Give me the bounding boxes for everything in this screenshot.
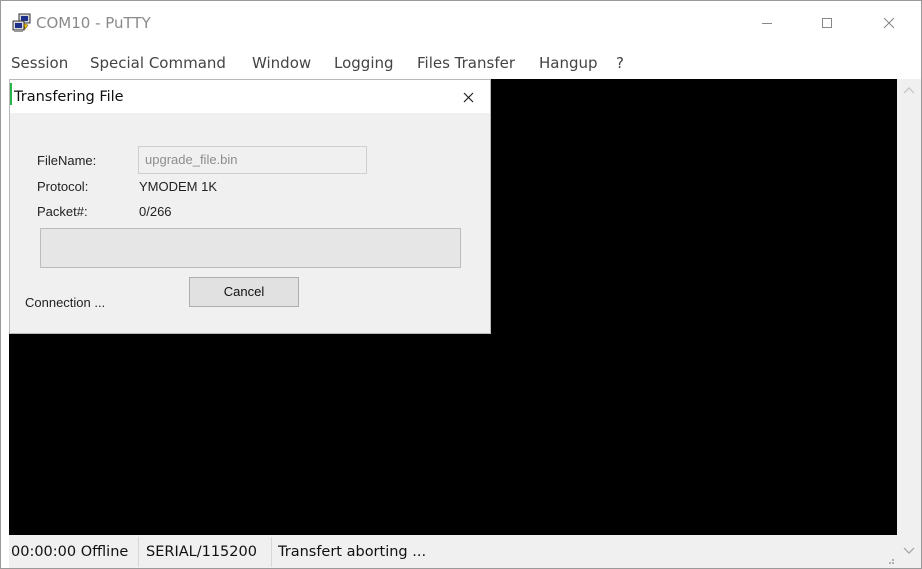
maximize-icon <box>822 18 832 28</box>
filename-label: FileName: <box>37 153 97 168</box>
title-bar: COM10 - PuTTY <box>1 1 921 45</box>
transfer-dialog: Transfering File FileName: upgrade_file.… <box>9 79 491 334</box>
menu-hangup[interactable]: Hangup <box>539 53 598 73</box>
dialog-close-button[interactable] <box>454 84 482 110</box>
filename-field: upgrade_file.bin <box>138 146 367 174</box>
protocol-value: YMODEM 1K <box>139 179 218 194</box>
maximize-button[interactable] <box>805 9 849 37</box>
minimize-button[interactable] <box>745 9 789 37</box>
scroll-up-icon[interactable] <box>903 85 915 95</box>
transfer-progress-bar <box>40 228 461 268</box>
window-title: COM10 - PuTTY <box>36 14 151 32</box>
putty-window: COM10 - PuTTY Session Special Command Wi… <box>0 0 922 569</box>
menu-session[interactable]: Session <box>11 53 68 73</box>
minimize-icon <box>762 23 772 24</box>
resize-grip-icon[interactable] <box>886 556 895 565</box>
packet-label: Packet#: <box>37 204 88 219</box>
close-icon <box>883 17 895 29</box>
packet-value: 0/266 <box>139 204 172 219</box>
status-bar: 00:00:00 Offline SERIAL/115200 Transfert… <box>9 535 897 568</box>
dialog-title: Transfering File <box>14 89 124 105</box>
status-port: SERIAL/115200 <box>146 544 257 560</box>
vertical-scrollbar[interactable] <box>897 79 921 568</box>
menu-help[interactable]: ? <box>616 53 624 73</box>
focus-marker <box>10 83 12 105</box>
cancel-button[interactable]: Cancel <box>189 277 299 307</box>
menu-special-command[interactable]: Special Command <box>90 53 226 73</box>
menu-files-transfer[interactable]: Files Transfer <box>417 53 515 73</box>
menu-logging[interactable]: Logging <box>334 53 394 73</box>
dialog-title-bar: Transfering File <box>10 80 490 113</box>
scroll-down-icon[interactable] <box>903 546 915 556</box>
status-message: Transfert aborting ... <box>278 544 427 560</box>
connection-status: Connection ... <box>25 295 106 310</box>
menu-window[interactable]: Window <box>252 53 311 73</box>
putty-icon[interactable] <box>12 13 32 33</box>
menu-bar: Session Special Command Window Logging F… <box>1 49 921 77</box>
protocol-label: Protocol: <box>37 179 89 194</box>
close-button[interactable] <box>867 9 911 37</box>
close-icon <box>463 92 473 102</box>
status-divider <box>138 537 139 567</box>
status-time: 00:00:00 Offline <box>11 544 129 560</box>
status-divider <box>271 537 272 567</box>
